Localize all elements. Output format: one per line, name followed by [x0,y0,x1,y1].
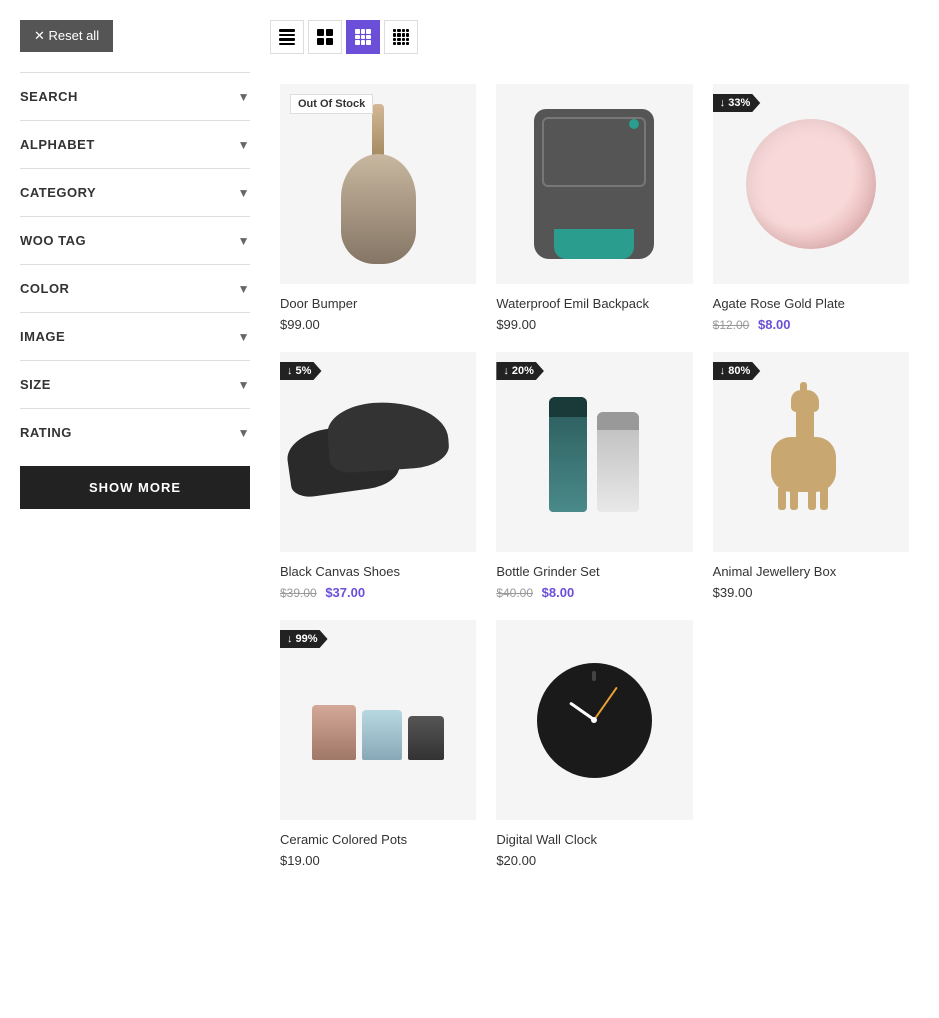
product-name-door-bumper: Door Bumper [280,296,476,311]
discount-badge: ↓ 99% [280,630,328,648]
filter-section-size: SIZE ▼ [20,360,250,408]
filter-header-image[interactable]: IMAGE ▼ [20,313,250,360]
product-name-digital-clock: Digital Wall Clock [496,832,692,847]
filter-section-image: IMAGE ▼ [20,312,250,360]
chevron-down-icon: ▼ [238,186,250,200]
chevron-down-icon: ▼ [238,138,250,152]
product-card-bottle-grinder[interactable]: ↓ 20% Bottle Grinder Set $40.00 $8.00 [486,342,702,610]
list-view-button[interactable] [270,20,304,54]
product-image-bottle-grinder: ↓ 20% [496,352,692,552]
filter-section-search: SEARCH ▼ [20,72,250,120]
filter-header-rating[interactable]: RATING ▼ [20,409,250,456]
chevron-down-icon: ▼ [238,426,250,440]
original-price: $40.00 [496,586,533,600]
product-name-bottle-grinder: Bottle Grinder Set [496,564,692,579]
chevron-down-icon: ▼ [238,90,250,104]
product-name-animal-jewellery: Animal Jewellery Box [713,564,909,579]
filter-label-search: SEARCH [20,89,78,104]
product-name-agate-plate: Agate Rose Gold Plate [713,296,909,311]
filter-label-category: CATEGORY [20,185,96,200]
original-price: $12.00 [713,318,750,332]
product-image-ceramic-pots: ↓ 99% [280,620,476,820]
filter-label-image: IMAGE [20,329,65,344]
filter-header-category[interactable]: CATEGORY ▼ [20,169,250,216]
product-image-agate-plate: ↓ 33% [713,84,909,284]
product-card-ceramic-pots[interactable]: ↓ 99% Ceramic Colored Pots $19.00 [270,610,486,878]
filter-section-category: CATEGORY ▼ [20,168,250,216]
sale-price: $8.00 [758,317,791,332]
product-card-black-shoes[interactable]: ↓ 5% Black Canvas Shoes $39.00 $37.00 [270,342,486,610]
product-image-black-shoes: ↓ 5% [280,352,476,552]
view-toolbar [270,20,919,54]
product-name-ceramic-pots: Ceramic Colored Pots [280,832,476,847]
product-grid: Out Of Stock Door Bumper $99.00 Waterpro… [270,74,919,878]
filter-section-color: COLOR ▼ [20,264,250,312]
product-price: $40.00 $8.00 [496,585,692,600]
show-more-button[interactable]: SHOW MORE [20,466,250,509]
grid-4-view-button[interactable] [384,20,418,54]
product-image-door-bumper: Out Of Stock [280,84,476,284]
product-price: $99.00 [496,317,692,332]
filter-header-size[interactable]: SIZE ▼ [20,361,250,408]
chevron-down-icon: ▼ [238,282,250,296]
sale-price: $37.00 [325,585,365,600]
product-price: $19.00 [280,853,476,868]
discount-badge: ↓ 33% [713,94,761,112]
product-image-digital-clock [496,620,692,820]
discount-badge: ↓ 80% [713,362,761,380]
sale-price: $8.00 [542,585,575,600]
filter-header-search[interactable]: SEARCH ▼ [20,73,250,120]
product-name-waterproof-backpack: Waterproof Emil Backpack [496,296,692,311]
chevron-down-icon: ▼ [238,330,250,344]
out-of-stock-badge: Out Of Stock [290,94,373,114]
filter-header-color[interactable]: COLOR ▼ [20,265,250,312]
filter-header-alphabet[interactable]: ALPHABET ▼ [20,121,250,168]
filter-section-alphabet: ALPHABET ▼ [20,120,250,168]
product-price: $39.00 [713,585,909,600]
filter-label-color: COLOR [20,281,69,296]
filter-label-woo-tag: WOO TAG [20,233,86,248]
product-price: $39.00 $37.00 [280,585,476,600]
reset-all-button[interactable]: ✕ Reset all [20,20,113,52]
filters-container: SEARCH ▼ ALPHABET ▼ CATEGORY ▼ WOO TAG ▼… [20,72,250,456]
chevron-down-icon: ▼ [238,378,250,392]
main-content: Out Of Stock Door Bumper $99.00 Waterpro… [270,20,919,878]
product-image-waterproof-backpack [496,84,692,284]
product-image-animal-jewellery: ↓ 80% [713,352,909,552]
product-card-digital-clock[interactable]: Digital Wall Clock $20.00 [486,610,702,878]
product-name-black-shoes: Black Canvas Shoes [280,564,476,579]
product-price: $12.00 $8.00 [713,317,909,332]
grid-3-view-button[interactable] [346,20,380,54]
chevron-down-icon: ▼ [238,234,250,248]
product-card-waterproof-backpack[interactable]: Waterproof Emil Backpack $99.00 [486,74,702,342]
product-price: $99.00 [280,317,476,332]
filter-section-woo-tag: WOO TAG ▼ [20,216,250,264]
discount-badge: ↓ 20% [496,362,544,380]
product-card-agate-plate[interactable]: ↓ 33% Agate Rose Gold Plate $12.00 $8.00 [703,74,919,342]
product-price: $20.00 [496,853,692,868]
original-price: $39.00 [280,586,317,600]
product-card-animal-jewellery[interactable]: ↓ 80% Animal Jewellery Box $39.00 [703,342,919,610]
filter-label-size: SIZE [20,377,51,392]
filter-label-rating: RATING [20,425,72,440]
filter-label-alphabet: ALPHABET [20,137,95,152]
filter-header-woo-tag[interactable]: WOO TAG ▼ [20,217,250,264]
grid-2-view-button[interactable] [308,20,342,54]
discount-badge: ↓ 5% [280,362,321,380]
sidebar: ✕ Reset all SEARCH ▼ ALPHABET ▼ CATEGORY… [20,20,250,878]
filter-section-rating: RATING ▼ [20,408,250,456]
product-card-door-bumper[interactable]: Out Of Stock Door Bumper $99.00 [270,74,486,342]
